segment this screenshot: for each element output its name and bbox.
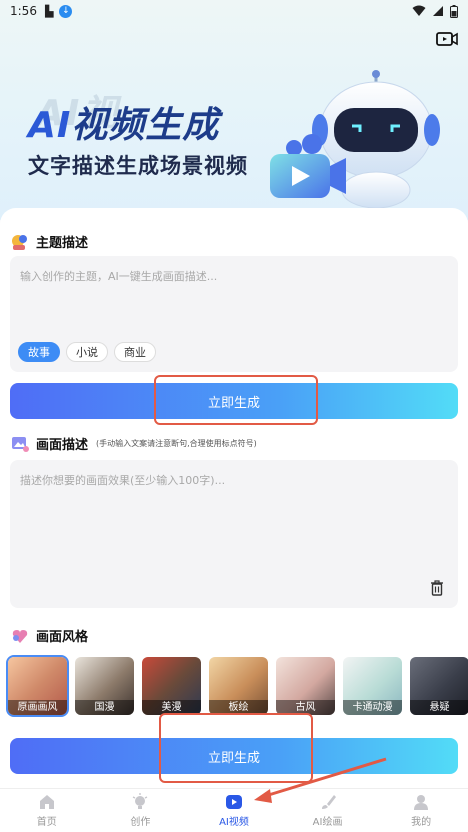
signal-icon	[433, 6, 443, 16]
home-icon	[39, 795, 54, 809]
hero-title-rest: 视频生成	[71, 105, 220, 146]
style-section-icon	[12, 629, 28, 643]
tab-ai-video[interactable]: AI视频	[187, 789, 281, 832]
style-section-header: 画面风格	[10, 626, 88, 645]
wifi-icon	[412, 5, 426, 16]
tab-mine-label: 我的	[411, 817, 432, 828]
tab-mine[interactable]: 我的	[374, 789, 468, 832]
bulb-icon	[133, 793, 148, 809]
status-right	[412, 4, 458, 18]
tab-ai-paint-label: AI绘画	[312, 817, 343, 828]
style-item-guoman[interactable]: 国漫	[75, 657, 134, 715]
hero-title: AI视频生成	[28, 96, 219, 148]
style-label: 原画画风	[8, 700, 67, 715]
status-time: 1:56	[10, 4, 37, 18]
robot-mascot-illustration	[270, 70, 440, 209]
theme-chips: 故事 小说 商业	[18, 342, 156, 362]
scene-input-placeholder[interactable]: 描述你想要的画面效果(至少输入100字)...	[20, 472, 225, 488]
style-item-gufeng[interactable]: 古风	[276, 657, 335, 715]
hero-banner: AI视 AI视频生成 文字描述生成场景视频	[0, 0, 468, 220]
chip-story[interactable]: 故事	[18, 342, 60, 362]
chip-novel[interactable]: 小说	[66, 342, 108, 362]
theme-input-box[interactable]: 输入创作的主题，AI一键生成画面描述... 故事 小说 商业	[10, 256, 458, 372]
user-icon	[414, 795, 429, 810]
theme-section-header: 主题描述	[10, 232, 88, 251]
style-item-meiman[interactable]: 美漫	[142, 657, 201, 715]
scene-input-box[interactable]: 描述你想要的画面效果(至少输入100字)...	[10, 460, 458, 608]
style-item-cartoon[interactable]: 卡通动漫	[343, 657, 402, 715]
scene-section-icon	[12, 436, 29, 452]
tab-home-label: 首页	[36, 817, 57, 828]
hero-title-ai: AI	[28, 105, 72, 146]
tab-create[interactable]: 创作	[94, 789, 188, 832]
scene-heading: 画面描述	[36, 438, 89, 453]
style-label: 悬疑	[410, 700, 468, 715]
tab-home[interactable]: 首页	[0, 789, 94, 832]
video-record-icon[interactable]	[436, 30, 458, 48]
style-item-suspense[interactable]: 悬疑	[410, 657, 468, 715]
battery-icon	[450, 4, 458, 18]
style-label: 国漫	[75, 700, 134, 715]
hero-subtitle: 文字描述生成场景视频	[28, 154, 248, 178]
style-label: 卡通动漫	[343, 700, 402, 715]
brush-icon	[321, 795, 336, 809]
video-icon	[225, 795, 242, 809]
tab-ai-paint[interactable]: AI绘画	[281, 789, 375, 832]
style-item-original[interactable]: 原画画风	[6, 655, 69, 717]
style-heading: 画面风格	[36, 630, 89, 645]
download-icon: ↓	[59, 4, 73, 18]
tab-create-label: 创作	[130, 817, 151, 828]
style-list: 原画画风 国漫 美漫 板绘 古风 卡通动漫 悬疑	[6, 655, 468, 717]
annotation-box-bottom	[159, 713, 313, 783]
bottom-tab-bar: 首页 创作 AI视频 AI绘画 我的	[0, 788, 468, 832]
annotation-box-top	[154, 375, 318, 425]
chip-business[interactable]: 商业	[114, 342, 156, 362]
scene-section-header: 画面描述 (手动输入文案请注意断句,合理使用标点符号)	[10, 434, 257, 453]
notification-icon: ▙	[44, 4, 54, 18]
theme-input-placeholder[interactable]: 输入创作的主题，AI一键生成画面描述...	[20, 268, 217, 284]
tab-ai-video-label: AI视频	[219, 817, 249, 828]
status-bar: 1:56 ▙ ↓	[0, 0, 468, 22]
theme-heading: 主题描述	[36, 236, 89, 251]
style-item-banhui[interactable]: 板绘	[209, 657, 268, 715]
scene-hint: (手动输入文案请注意断句,合理使用标点符号)	[96, 439, 257, 448]
trash-icon[interactable]	[430, 580, 444, 596]
theme-section-icon	[12, 234, 27, 250]
